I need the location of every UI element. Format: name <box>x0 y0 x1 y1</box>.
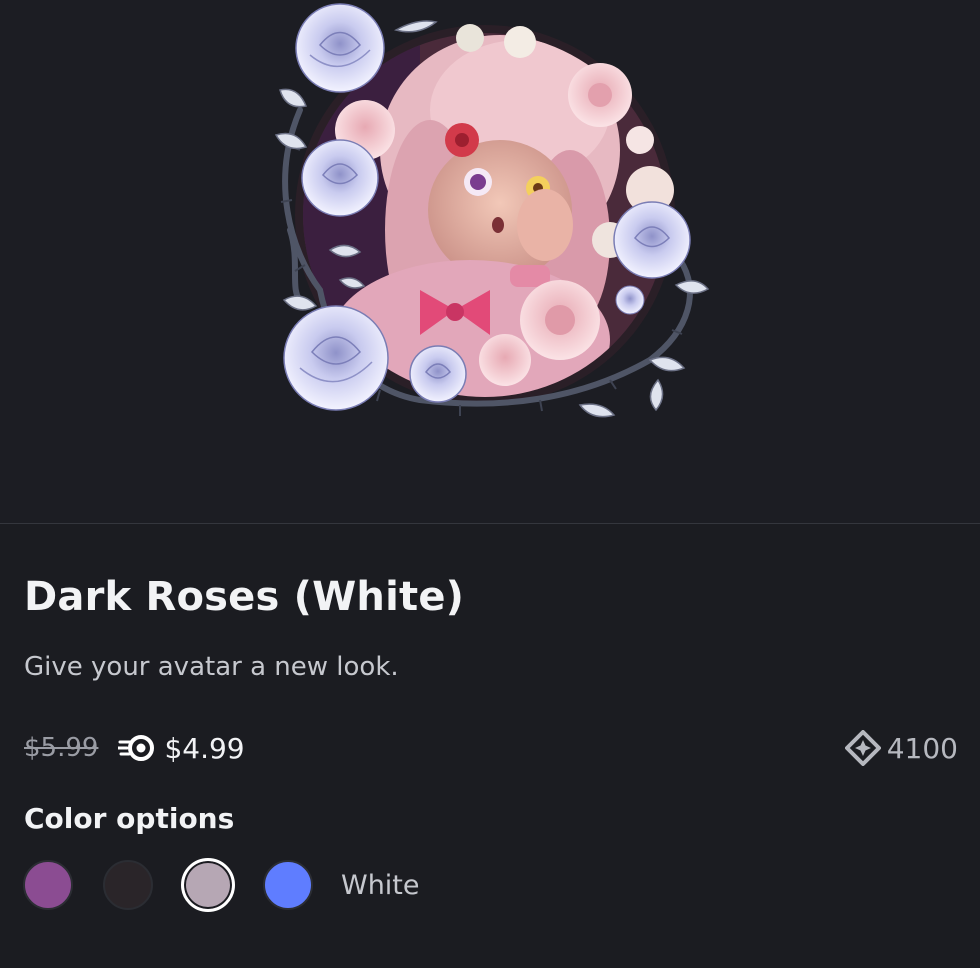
avatar-decoration-preview <box>0 0 980 523</box>
nitro-icon <box>116 733 156 763</box>
orb-price: 4100 <box>844 728 958 768</box>
product-title: Dark Roses (White) <box>24 574 465 620</box>
orb-icon <box>844 730 881 766</box>
color-swatch-dark[interactable] <box>103 860 153 910</box>
orb-count: 4100 <box>886 731 958 765</box>
color-swatch-purple[interactable] <box>23 860 73 910</box>
color-swatches: White <box>23 857 420 913</box>
color-swatch-white[interactable] <box>181 858 235 912</box>
section-divider <box>0 523 980 524</box>
product-description: Give your avatar a new look. <box>24 652 399 682</box>
color-swatch-blue[interactable] <box>263 860 313 910</box>
selected-color-name: White <box>341 869 420 901</box>
original-price: $5.99 <box>24 733 99 763</box>
nitro-price: $4.99 <box>164 731 245 765</box>
dark-roses-decoration-image <box>274 3 710 418</box>
price-row: $5.99 $4.99 <box>24 728 245 768</box>
color-options-label: Color options <box>24 802 235 835</box>
